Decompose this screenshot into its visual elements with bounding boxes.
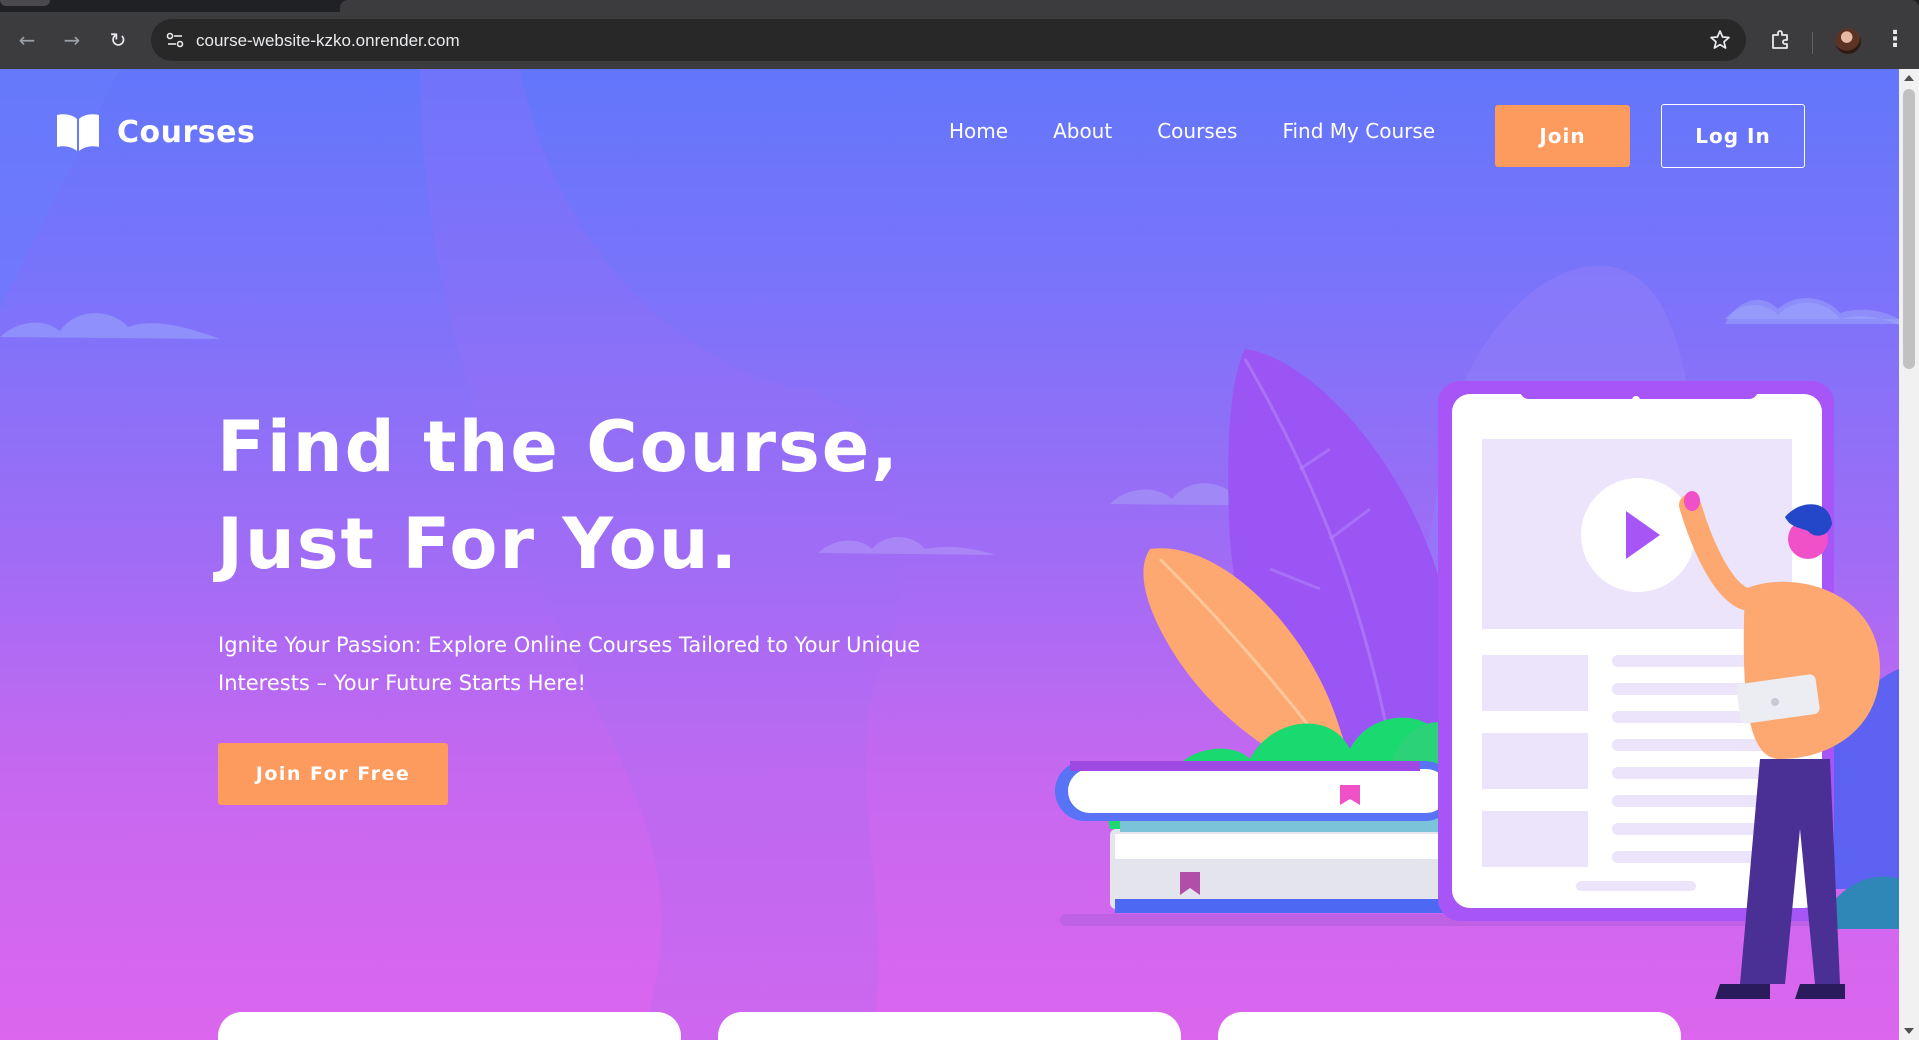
open-book-icon: [57, 114, 99, 151]
nav-link-about[interactable]: About: [1053, 119, 1112, 143]
forward-icon[interactable]: →: [60, 28, 84, 52]
page-scrollbar[interactable]: [1899, 69, 1919, 1040]
star-icon[interactable]: [1708, 28, 1732, 52]
toolbar-divider: [1812, 32, 1813, 54]
login-button[interactable]: Log In: [1661, 104, 1805, 168]
scrollbar-thumb[interactable]: [1903, 89, 1915, 369]
url-text[interactable]: course-website-kzko.onrender.com: [196, 31, 460, 51]
hero-subtitle: Ignite Your Passion: Explore Online Cour…: [218, 633, 921, 695]
hero-title: Find the Course, Just For You.: [217, 399, 1117, 593]
main-nav: Home About Courses Find My Course: [949, 119, 1480, 143]
address-bar[interactable]: course-website-kzko.onrender.com: [151, 19, 1746, 61]
tab-inactive[interactable]: [0, 0, 50, 6]
nav-link-home[interactable]: Home: [949, 119, 1008, 143]
profile-avatar[interactable]: [1835, 28, 1861, 54]
feature-card: [1218, 1012, 1681, 1040]
hero-title-line-1: Find the Course,: [217, 406, 900, 488]
site-logo[interactable]: Courses: [55, 111, 255, 153]
join-button[interactable]: Join: [1495, 105, 1630, 167]
feature-card: [718, 1012, 1181, 1040]
scroll-up-icon[interactable]: [1904, 75, 1914, 81]
back-icon[interactable]: ←: [15, 28, 39, 52]
logo-text: Courses: [117, 114, 256, 150]
join-for-free-button[interactable]: Join For Free: [218, 743, 448, 805]
reload-icon[interactable]: ↻: [106, 28, 130, 52]
browser-toolbar: ← → ↻ course-website-kzko.onrender.com ⋮: [0, 12, 1919, 69]
scroll-down-icon[interactable]: [1904, 1028, 1914, 1034]
tab-active[interactable]: [340, 0, 1919, 12]
more-menu-icon[interactable]: ⋮: [1884, 26, 1906, 54]
site-info-icon[interactable]: [164, 29, 186, 51]
hero-title-line-2: Just For You.: [217, 503, 740, 585]
extensions-icon[interactable]: [1768, 28, 1792, 52]
tab-strip: [0, 0, 1919, 12]
nav-link-courses[interactable]: Courses: [1157, 119, 1237, 143]
feature-card: [218, 1012, 681, 1040]
nav-link-find-my-course[interactable]: Find My Course: [1282, 119, 1435, 143]
page-viewport: Courses Home About Courses Find My Cours…: [0, 69, 1899, 1040]
